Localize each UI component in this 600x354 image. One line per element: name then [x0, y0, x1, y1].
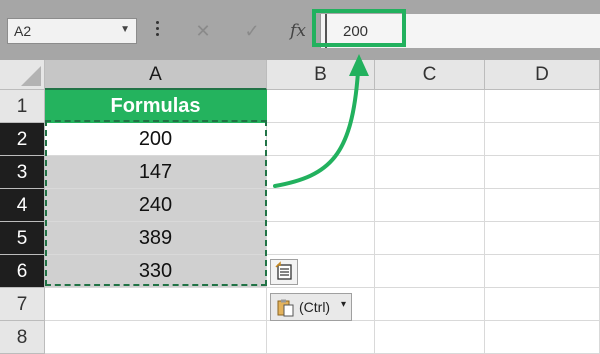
annotation-arrow [273, 54, 369, 188]
